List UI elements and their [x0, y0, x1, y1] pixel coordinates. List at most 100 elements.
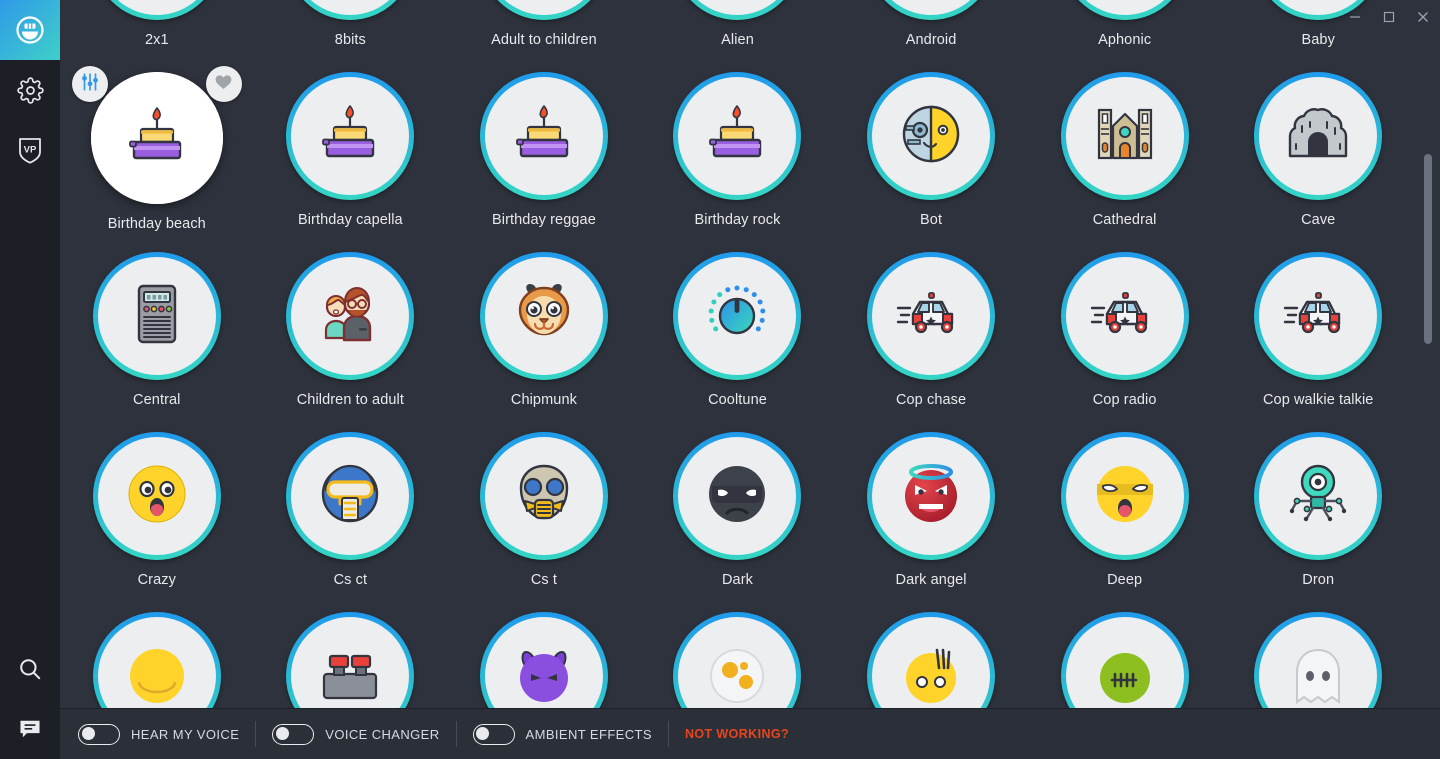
- voice-tile[interactable]: Chipmunk: [447, 242, 641, 422]
- voice-avatar[interactable]: [673, 72, 801, 200]
- equalizer-badge[interactable]: [72, 66, 108, 102]
- maximize-button[interactable]: [1372, 0, 1406, 34]
- sidebar-item-settings[interactable]: [0, 60, 60, 120]
- voice-avatar[interactable]: [1254, 252, 1382, 380]
- sidebar-item-chat[interactable]: [0, 699, 60, 759]
- voice-avatar-disc: [678, 257, 796, 375]
- voice-avatar[interactable]: [673, 252, 801, 380]
- voice-tile[interactable]: Cooltune: [641, 242, 835, 422]
- voice-avatar[interactable]: [673, 432, 801, 560]
- voice-avatar[interactable]: [867, 0, 995, 20]
- swat-helmet-icon: [312, 456, 388, 537]
- toggle-hear-my-voice[interactable]: [78, 724, 120, 745]
- voice-avatar[interactable]: [286, 72, 414, 200]
- voice-avatar-disc: [872, 437, 990, 555]
- voice-avatar[interactable]: [1061, 0, 1189, 20]
- voice-label: Dron: [1302, 572, 1334, 588]
- voice-tile[interactable]: Alien: [641, 0, 835, 62]
- voice-label: Deep: [1107, 572, 1142, 588]
- not-working-link[interactable]: NOT WORKING?: [685, 727, 789, 741]
- voice-tile[interactable]: Cop chase: [834, 242, 1028, 422]
- voice-avatar[interactable]: [1061, 432, 1189, 560]
- voice-tile[interactable]: Cathedral: [1028, 62, 1222, 242]
- voice-avatar[interactable]: [673, 0, 801, 20]
- voice-tile[interactable]: Crazy: [60, 422, 254, 602]
- voice-tile[interactable]: Adult to children: [447, 0, 641, 62]
- voice-label: Birthday beach: [108, 216, 206, 232]
- voice-tile[interactable]: [834, 602, 1028, 710]
- voice-avatar[interactable]: [1061, 252, 1189, 380]
- voice-avatar[interactable]: [93, 432, 221, 560]
- voice-tile[interactable]: [447, 602, 641, 710]
- voice-tile[interactable]: [1028, 602, 1222, 710]
- voice-avatar[interactable]: [1254, 72, 1382, 200]
- voice-avatar[interactable]: [93, 0, 221, 20]
- voice-tile[interactable]: Cs t: [447, 422, 641, 602]
- voice-tile[interactable]: Android: [834, 0, 1028, 62]
- voice-avatar[interactable]: [93, 612, 221, 710]
- voice-avatar[interactable]: [673, 612, 801, 710]
- voice-tile[interactable]: Bot: [834, 62, 1028, 242]
- voice-tile[interactable]: Cs ct: [254, 422, 448, 602]
- voice-avatar[interactable]: [286, 612, 414, 710]
- toggle-ambient-effects[interactable]: [473, 724, 515, 745]
- mixer-icon: [312, 636, 388, 711]
- voice-tile[interactable]: Birthday rock: [641, 62, 835, 242]
- chat-icon: [17, 716, 43, 742]
- voice-avatar[interactable]: [867, 72, 995, 200]
- search-icon: [17, 656, 43, 682]
- voice-tile[interactable]: Cop radio: [1028, 242, 1222, 422]
- voice-tile[interactable]: [254, 602, 448, 710]
- voice-tile[interactable]: Cop walkie talkie: [1221, 242, 1415, 422]
- sidebar-item-voicebox[interactable]: [0, 0, 60, 60]
- close-button[interactable]: [1406, 0, 1440, 34]
- purple-devil-icon: [506, 636, 582, 711]
- minimize-button[interactable]: [1338, 0, 1372, 34]
- favorite-badge[interactable]: [206, 66, 242, 102]
- voice-avatar[interactable]: [93, 252, 221, 380]
- vertical-scrollbar[interactable]: [1424, 140, 1432, 710]
- voice-tile[interactable]: [641, 602, 835, 710]
- voice-avatar[interactable]: [1061, 72, 1189, 200]
- voice-avatar[interactable]: [480, 252, 608, 380]
- voice-avatar[interactable]: [286, 252, 414, 380]
- voice-tile[interactable]: 8bits: [254, 0, 448, 62]
- voice-label: 2x1: [145, 32, 169, 48]
- voice-tile[interactable]: Dark angel: [834, 422, 1028, 602]
- toggle-row: HEAR MY VOICEVOICE CHANGERAMBIENT EFFECT…: [78, 719, 668, 749]
- voice-avatar[interactable]: [480, 612, 608, 710]
- voice-label: Cop radio: [1093, 392, 1157, 408]
- voice-avatar[interactable]: [480, 432, 608, 560]
- voice-avatar[interactable]: [480, 0, 608, 20]
- toggle-voice-changer[interactable]: [272, 724, 314, 745]
- voice-label: Bot: [920, 212, 942, 228]
- voice-tile[interactable]: Central: [60, 242, 254, 422]
- sidebar-item-search[interactable]: [0, 639, 60, 699]
- voice-tile[interactable]: Aphonic: [1028, 0, 1222, 62]
- voice-avatar[interactable]: [91, 72, 223, 204]
- voice-tile[interactable]: Dron: [1221, 422, 1415, 602]
- voice-avatar[interactable]: [286, 0, 414, 20]
- voice-avatar[interactable]: [286, 432, 414, 560]
- voice-label: Chipmunk: [511, 392, 577, 408]
- voice-tile[interactable]: Deep: [1028, 422, 1222, 602]
- sidebar-item-voicemod-pro[interactable]: VP: [0, 120, 60, 180]
- voice-tile[interactable]: Birthday beach: [60, 62, 254, 242]
- voice-avatar[interactable]: [480, 72, 608, 200]
- voice-tile[interactable]: Birthday capella: [254, 62, 448, 242]
- voice-tile[interactable]: Dark: [641, 422, 835, 602]
- scrollbar-thumb[interactable]: [1424, 154, 1432, 344]
- voice-avatar[interactable]: [1061, 612, 1189, 710]
- voice-avatar[interactable]: [867, 252, 995, 380]
- voice-avatar[interactable]: [1254, 432, 1382, 560]
- voice-tile[interactable]: Children to adult: [254, 242, 448, 422]
- voice-tile[interactable]: [1221, 602, 1415, 710]
- voice-avatar-disc: [91, 72, 223, 204]
- voice-tile[interactable]: Birthday reggae: [447, 62, 641, 242]
- voice-avatar[interactable]: [867, 432, 995, 560]
- voice-tile[interactable]: 2x1: [60, 0, 254, 62]
- voice-tile[interactable]: [60, 602, 254, 710]
- voice-avatar[interactable]: [1254, 612, 1382, 710]
- voice-avatar[interactable]: [867, 612, 995, 710]
- voice-tile[interactable]: Cave: [1221, 62, 1415, 242]
